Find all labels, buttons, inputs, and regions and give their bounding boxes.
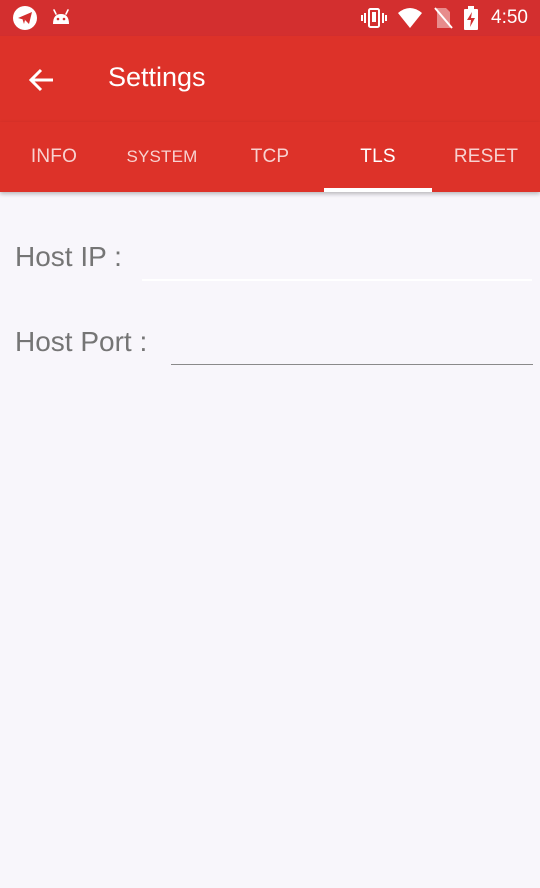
settings-screen: 4:50 Settings INFO SYSTEM TCP TLS RESET … bbox=[0, 0, 540, 888]
tab-tcp-label: TCP bbox=[250, 146, 290, 167]
status-bar: 4:50 bbox=[0, 0, 540, 36]
tab-tls-label: TLS bbox=[360, 146, 396, 167]
android-icon bbox=[50, 8, 72, 28]
tab-tcp[interactable]: TCP bbox=[216, 122, 324, 192]
host-ip-label: Host IP : bbox=[15, 241, 122, 272]
tab-system[interactable]: SYSTEM bbox=[108, 122, 216, 192]
tab-info[interactable]: INFO bbox=[0, 122, 108, 192]
back-button[interactable] bbox=[20, 58, 64, 102]
no-sim-icon bbox=[433, 6, 453, 30]
host-port-input[interactable] bbox=[171, 325, 533, 365]
tab-reset[interactable]: RESET bbox=[432, 122, 540, 192]
arrow-left-icon bbox=[28, 66, 56, 94]
host-ip-input[interactable] bbox=[142, 241, 532, 281]
tab-bar: INFO SYSTEM TCP TLS RESET bbox=[0, 122, 540, 192]
wifi-icon bbox=[397, 7, 423, 29]
tab-reset-label: RESET bbox=[453, 146, 519, 167]
status-left-icons bbox=[12, 5, 72, 31]
status-time: 4:50 bbox=[491, 7, 528, 28]
page-title: Settings bbox=[108, 62, 206, 92]
tab-info-label: INFO bbox=[30, 146, 78, 167]
airmail-app-icon bbox=[12, 5, 38, 31]
active-tab-indicator bbox=[324, 188, 432, 192]
status-right-icons: 4:50 bbox=[361, 0, 528, 36]
app-bar: Settings bbox=[0, 36, 540, 122]
tab-tls[interactable]: TLS bbox=[324, 122, 432, 192]
vibrate-icon bbox=[361, 6, 388, 30]
host-port-label: Host Port : bbox=[15, 326, 148, 357]
tab-system-label: SYSTEM bbox=[126, 147, 198, 166]
battery-charging-icon bbox=[463, 5, 479, 31]
